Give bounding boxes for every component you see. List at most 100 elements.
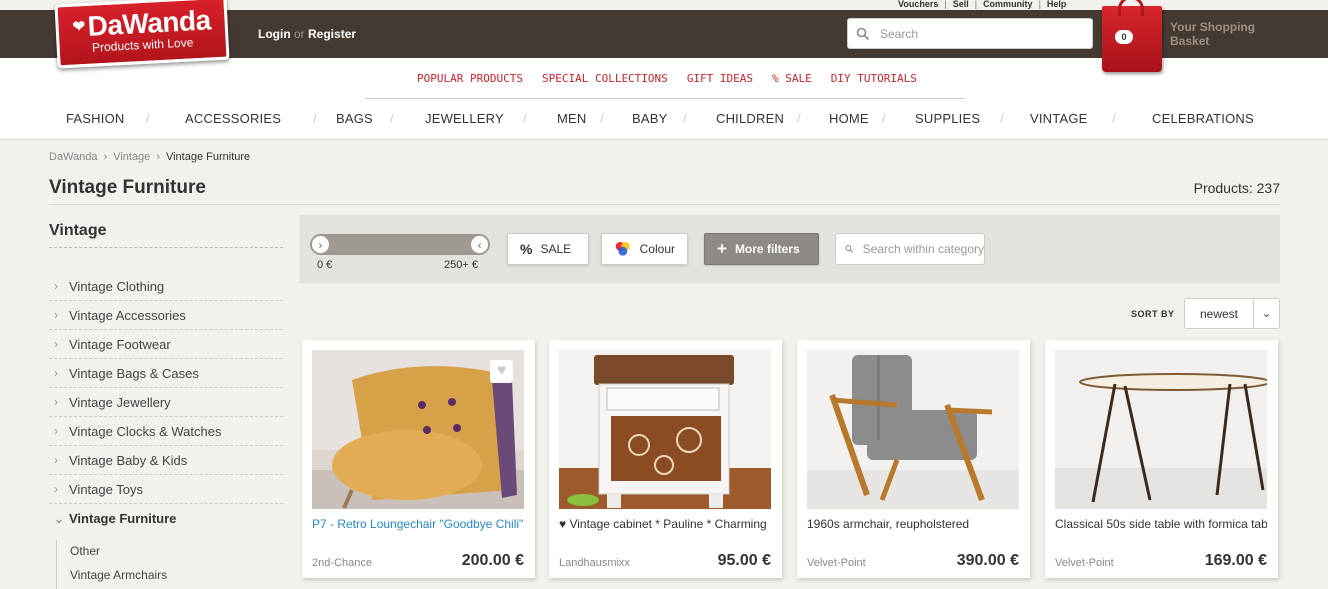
nav-men[interactable]: MEN [557, 111, 587, 126]
sidebar-item-vintage-jewellery[interactable]: › Vintage Jewellery [49, 388, 283, 417]
chevron-right-icon: › [54, 395, 58, 409]
promo-divider [365, 98, 965, 99]
search-input[interactable]: Search [847, 18, 1093, 49]
sidebar-item-label: Vintage Toys [69, 481, 143, 497]
sidebar-item-vintage-clocks[interactable]: › Vintage Clocks & Watches [49, 417, 283, 446]
slider-max-handle[interactable]: ‹ [470, 235, 489, 254]
product-image-1960s-armchair[interactable] [807, 350, 1019, 509]
product-name[interactable]: P7 - Retro Loungechair "Goodbye Chili" [312, 517, 524, 531]
price-max-label: 250+ € [444, 259, 478, 271]
nav-separator: / [313, 111, 317, 126]
sidebar-item-vintage-accessories[interactable]: › Vintage Accessories [49, 301, 283, 330]
sidebar-item-label: Vintage Furniture [69, 511, 177, 526]
nav-separator: / [600, 111, 604, 126]
sidebar-item-vintage-baby[interactable]: › Vintage Baby & Kids [49, 446, 283, 475]
promo-sale[interactable]: % SALE [772, 72, 812, 85]
nav-vintage[interactable]: VINTAGE [1030, 111, 1088, 126]
sidebar-list: › Vintage Clothing › Vintage Accessories ›… [49, 272, 283, 533]
help-link[interactable]: Help [1047, 0, 1067, 9]
nav-bags[interactable]: BAGS [336, 111, 373, 126]
shop-name[interactable]: Velvet-Point [1055, 557, 1114, 569]
chevron-right-icon: › [54, 308, 58, 322]
percent-icon: % [520, 241, 533, 257]
slider-min-handle[interactable]: › [311, 235, 330, 254]
search-icon [845, 245, 854, 253]
product-card[interactable]: Classical 50s side table with formica ta… [1045, 340, 1278, 578]
more-filters-button[interactable]: + More filters [704, 233, 819, 265]
shop-name[interactable]: Landhausmixx [559, 557, 630, 569]
nav-supplies[interactable]: SUPPLIES [915, 111, 980, 126]
nav-celebrations[interactable]: CELEBRATIONS [1152, 111, 1254, 126]
promo-special-collections[interactable]: SPECIAL COLLECTIONS [542, 72, 668, 85]
more-filters-label: More filters [734, 242, 800, 256]
basket-label[interactable]: Your Shopping Basket [1170, 20, 1270, 48]
nav-accessories[interactable]: ACCESSORIES [185, 111, 281, 126]
promo-diy-tutorials[interactable]: DIY TUTORIALS [831, 72, 917, 85]
chevron-down-icon: ⌄ [54, 511, 65, 526]
promo-gift-ideas[interactable]: GIFT IDEAS [687, 72, 753, 85]
nav-separator: / [1112, 111, 1116, 126]
sort-select[interactable]: newest ⌄ [1184, 298, 1280, 329]
shop-name[interactable]: Velvet-Point [807, 557, 866, 569]
sidebar-item-vintage-bags[interactable]: › Vintage Bags & Cases [49, 359, 283, 388]
product-price: 390.00 € [956, 552, 1019, 569]
nav-home[interactable]: HOME [829, 111, 869, 126]
product-card[interactable]: ♥ Vintage cabinet * Pauline * Charming L… [549, 340, 782, 578]
nav-separator: / [797, 111, 801, 126]
sale-filter-button[interactable]: % SALE [507, 233, 589, 265]
dawanda-logo[interactable]: ❤DaWanda Products with Love [54, 0, 230, 69]
shop-name[interactable]: 2nd-Chance [312, 557, 372, 569]
sidebar-item-label: Vintage Bags & Cases [69, 365, 199, 381]
page-title: Vintage Furniture [49, 177, 206, 198]
divider: | [1038, 0, 1041, 9]
chevron-down-icon: ⌄ [1253, 299, 1279, 328]
favorite-heart-icon[interactable]: ♥ [490, 360, 513, 383]
category-search-input[interactable]: Search within category [835, 233, 985, 265]
product-price: 200.00 € [461, 552, 524, 569]
product-card[interactable]: ♥ P7 - Retro Loungechair "Goodbye Chili"… [302, 340, 535, 578]
sidebar-item-vintage-clothing[interactable]: › Vintage Clothing [49, 272, 283, 301]
sidebar-subitem-other[interactable]: Other [57, 540, 167, 564]
breadcrumb-vintage[interactable]: Vintage [113, 151, 150, 163]
nav-baby[interactable]: BABY [632, 111, 667, 126]
sidebar-item-label: Vintage Clocks & Watches [69, 423, 222, 439]
title-divider [49, 204, 1280, 205]
product-name[interactable]: Classical 50s side table with formica ta… [1055, 517, 1267, 531]
login-link[interactable]: Login [258, 27, 291, 41]
product-card[interactable]: 1960s armchair, reupholstered Velvet-Poi… [797, 340, 1030, 578]
sidebar-item-vintage-footwear[interactable]: › Vintage Footwear [49, 330, 283, 359]
products-count: Products: 237 [1193, 180, 1280, 196]
chevron-right-icon: › [54, 366, 58, 380]
register-link[interactable]: Register [308, 27, 356, 41]
search-icon [856, 27, 870, 40]
nav-fashion[interactable]: FASHION [66, 111, 124, 126]
nav-separator: / [390, 111, 394, 126]
vouchers-link[interactable]: Vouchers [898, 0, 938, 9]
sell-link[interactable]: Sell [953, 0, 969, 9]
price-slider[interactable]: › ‹ [310, 234, 490, 255]
product-image-side-table[interactable] [1055, 350, 1267, 509]
sort-value: newest [1199, 306, 1239, 321]
login-register: Login or Register [258, 27, 356, 41]
product-image-vintage-cabinet[interactable] [559, 350, 771, 509]
category-search-placeholder: Search within category [862, 242, 984, 256]
product-image-orange-armchair[interactable]: ♥ [312, 350, 524, 509]
search-placeholder: Search [880, 26, 919, 41]
nav-jewellery[interactable]: JEWELLERY [425, 111, 504, 126]
promo-links: POPULAR PRODUCTS SPECIAL COLLECTIONS GIF… [417, 72, 936, 85]
nav-separator: / [523, 111, 527, 126]
sidebar-subitem-vintage-armchairs[interactable]: Vintage Armchairs [57, 564, 167, 588]
colour-filter-button[interactable]: Colour [601, 233, 688, 265]
sidebar-item-vintage-furniture[interactable]: ⌄ Vintage Furniture [49, 504, 283, 533]
product-name[interactable]: ♥ Vintage cabinet * Pauline * Charming [559, 517, 771, 531]
breadcrumb-dawanda[interactable]: DaWanda [49, 151, 98, 163]
community-link[interactable]: Community [983, 0, 1033, 9]
sidebar-item-vintage-toys[interactable]: › Vintage Toys [49, 475, 283, 504]
promo-popular-products[interactable]: POPULAR PRODUCTS [417, 72, 523, 85]
product-name[interactable]: 1960s armchair, reupholstered [807, 517, 1019, 531]
chevron-right-icon: › [54, 279, 58, 293]
nav-children[interactable]: CHILDREN [716, 111, 784, 126]
sidebar-subitems: Other Vintage Armchairs [56, 540, 167, 589]
shopping-bag-icon[interactable]: 0 [1102, 0, 1162, 72]
chevron-right-icon: › [54, 337, 58, 351]
